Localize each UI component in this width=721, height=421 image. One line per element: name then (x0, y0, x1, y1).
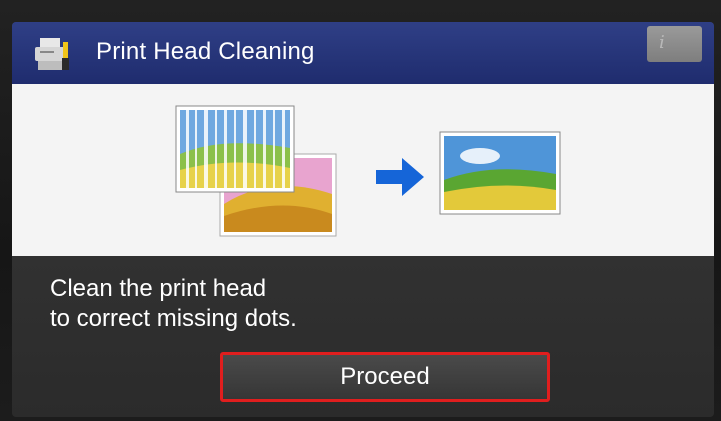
instruction-line-2: to correct missing dots. (50, 305, 297, 332)
arrow-right-icon (376, 158, 424, 196)
instruction-line-1: Clean the print head (50, 275, 267, 302)
instruction-message: Clean the print head to correct missing … (50, 274, 297, 334)
printer-maintenance-icon (35, 38, 69, 70)
proceed-button[interactable]: Proceed (220, 352, 550, 402)
title-bar: Print Head Cleaning i (12, 22, 714, 84)
page-title: Print Head Cleaning (96, 38, 315, 65)
info-button[interactable]: i (647, 26, 702, 62)
info-icon: i (659, 32, 665, 53)
lcd-screen: Print Head Cleaning i Clean the print he… (12, 22, 714, 417)
cleaning-illustration (12, 84, 714, 256)
striped-print-image (175, 105, 295, 193)
clean-print-image (439, 131, 561, 215)
